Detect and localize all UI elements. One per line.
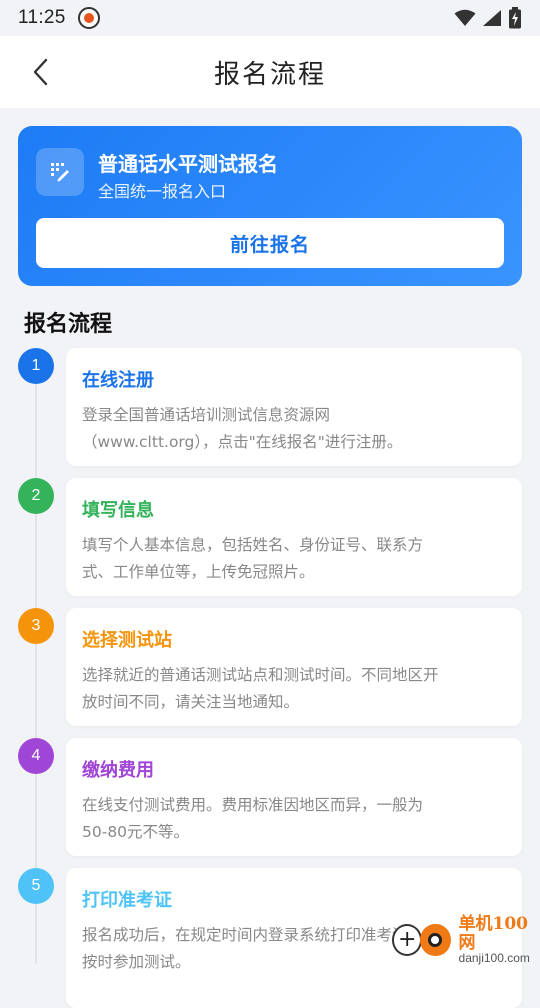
step-number-badge: 5 (18, 868, 54, 904)
timeline-connector (35, 514, 37, 608)
timeline-connector (35, 904, 37, 964)
step-description-line: 50-80元不等。 (82, 823, 190, 841)
status-time: 11:25 (18, 7, 66, 28)
step-number-badge: 2 (18, 478, 54, 514)
step-card-pay-fee[interactable]: 缴纳费用 在线支付测试费用。费用标准因地区而异，一般为 50-80元不等。 (66, 738, 522, 856)
timeline-connector (35, 774, 37, 868)
plus-circle-icon: + (392, 924, 423, 957)
wifi-icon (454, 9, 476, 26)
watermark-logo: + 单机100网 danji100.com (392, 915, 540, 966)
back-button[interactable] (18, 50, 62, 94)
timeline-connector (35, 384, 37, 478)
banner-icon-box (36, 148, 84, 196)
step-description-line: 在线支付测试费用。费用标准因地区而异，一般为 (82, 796, 424, 814)
step-card-register[interactable]: 在线注册 登录全国普通话培训测试信息资源网 （www.cltt.org），点击"… (66, 348, 522, 466)
watermark-line2: danji100.com (458, 951, 530, 966)
signal-icon (483, 10, 501, 26)
step-description-line: 式、工作单位等，上传免冠照片。 (82, 563, 315, 581)
step-title: 打印准考证 (82, 890, 172, 911)
step-number-badge: 4 (18, 738, 54, 774)
step-description: 填写个人基本信息，包括姓名、身份证号、联系方 式、工作单位等，上传免冠照片。 (82, 532, 506, 586)
step-card-choose-site[interactable]: 选择测试站 选择就近的普通话测试站点和测试时间。不同地区开 放时间不同，请关注当… (66, 608, 522, 726)
status-bar: 11:25 (0, 0, 540, 36)
form-edit-icon (51, 163, 69, 182)
app-header: 报名流程 (0, 36, 540, 108)
status-icons (454, 7, 522, 29)
go-register-button[interactable]: 前往报名 (36, 218, 504, 268)
step-title: 选择测试站 (82, 630, 172, 651)
step-number-badge: 3 (18, 608, 54, 644)
step-card-fill-info[interactable]: 填写信息 填写个人基本信息，包括姓名、身份证号、联系方 式、工作单位等，上传免冠… (66, 478, 522, 596)
step-description-line: 登录全国普通话培训测试信息资源网 (82, 406, 331, 424)
orange-circle-icon (420, 924, 451, 957)
watermark-text: 单机100网 danji100.com (459, 915, 540, 966)
step-number-badge: 1 (18, 348, 54, 384)
section-title: 报名流程 (24, 312, 113, 337)
banner-title: 普通话水平测试报名 (98, 152, 278, 176)
battery-icon (509, 7, 521, 29)
step-description-line: 填写个人基本信息，包括姓名、身份证号、联系方 (82, 536, 424, 554)
step-description-line: 选择就近的普通话测试站点和测试时间。不同地区开 (82, 666, 439, 684)
step-description-line: （www.cltt.org），点击"在线报名"进行注册。 (82, 433, 403, 451)
step-title: 缴纳费用 (82, 760, 154, 781)
watermark-line1: 单机100网 (458, 914, 529, 953)
page-title: 报名流程 (213, 59, 326, 90)
step-description: 登录全国普通话培训测试信息资源网 （www.cltt.org），点击"在线报名"… (82, 402, 506, 456)
step-description: 选择就近的普通话测试站点和测试时间。不同地区开 放时间不同，请关注当地通知。 (82, 662, 506, 716)
registration-banner: 普通话水平测试报名 全国统一报名入口 前往报名 (18, 126, 522, 286)
step-title: 填写信息 (82, 500, 154, 521)
notification-app-icon (77, 7, 100, 29)
step-title: 在线注册 (82, 370, 154, 391)
step-description: 在线支付测试费用。费用标准因地区而异，一般为 50-80元不等。 (82, 792, 506, 846)
chevron-left-icon (33, 58, 48, 86)
timeline-connector (35, 644, 37, 738)
banner-subtitle: 全国统一报名入口 (98, 182, 227, 201)
step-description-line: 放时间不同，请关注当地通知。 (82, 693, 300, 711)
